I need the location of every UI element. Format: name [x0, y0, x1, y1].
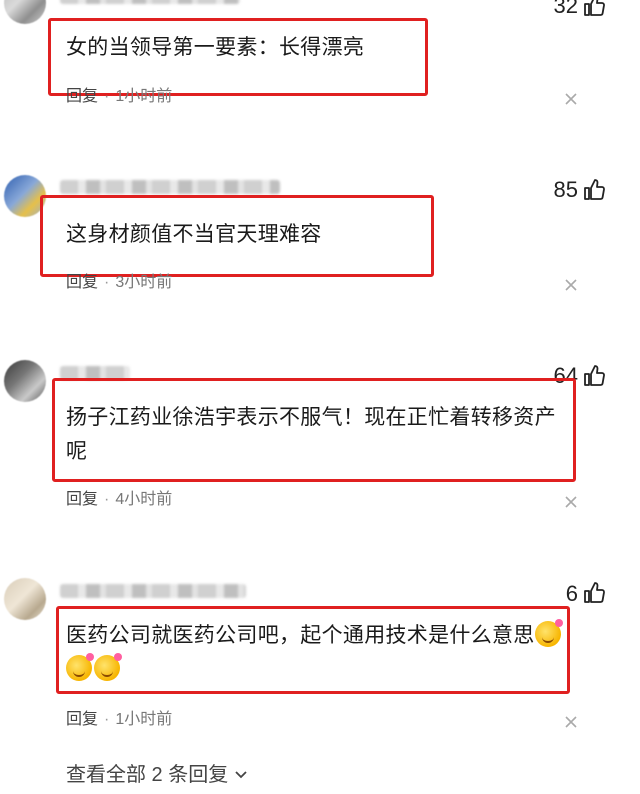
reply-button[interactable]: 回复 — [66, 711, 98, 728]
timestamp: 1小时前 — [115, 88, 173, 105]
reply-button[interactable]: 回复 — [66, 88, 98, 105]
avatar[interactable] — [4, 0, 46, 24]
like-count: 85 — [553, 177, 578, 202]
thumbs-up-icon[interactable] — [582, 581, 606, 605]
thumbs-up-icon[interactable] — [582, 364, 606, 388]
kiss-emoji-icon — [534, 619, 563, 647]
avatar[interactable] — [4, 578, 46, 620]
reply-button[interactable]: 回复 — [66, 274, 98, 291]
timestamp: 1小时前 — [115, 711, 173, 728]
comment-text: 女的当领导第一要素：长得漂亮 — [66, 36, 365, 59]
username-blurred[interactable] — [60, 584, 246, 598]
username-blurred[interactable] — [60, 0, 240, 4]
close-icon[interactable] — [564, 92, 578, 106]
kiss-emoji-icon — [66, 653, 94, 681]
kiss-emoji-icon — [94, 653, 122, 681]
comment-meta: 回复 · 1小时前 — [66, 710, 172, 730]
close-icon[interactable] — [564, 278, 578, 292]
comment-meta: 回复 · 4小时前 — [66, 490, 172, 510]
chevron-down-icon — [235, 771, 247, 779]
view-replies-link[interactable]: 查看全部 2 条回复 — [66, 762, 248, 788]
comment-text: 这身材颜值不当官天理难容 — [66, 223, 322, 246]
separator-dot: · — [104, 711, 110, 728]
timestamp: 3小时前 — [115, 274, 173, 291]
timestamp: 4小时前 — [115, 491, 173, 508]
comment-text-line: 扬子江药业徐浩宇表示不服气！现在正忙着转移资产 — [66, 406, 556, 429]
comment-meta: 回复 · 1小时前 — [66, 87, 172, 107]
separator-dot: · — [104, 88, 110, 105]
username-blurred[interactable] — [60, 180, 280, 194]
avatar[interactable] — [4, 360, 46, 402]
thumbs-up-icon[interactable] — [582, 0, 606, 18]
reply-button[interactable]: 回复 — [66, 491, 98, 508]
comment-meta: 回复 · 3小时前 — [66, 273, 172, 293]
separator-dot: · — [104, 491, 110, 508]
emoji-row — [66, 653, 122, 686]
like-count: 32 — [553, 0, 578, 18]
like-count: 6 — [565, 581, 578, 606]
close-icon[interactable] — [564, 495, 578, 509]
comment-text-line: 呢 — [66, 440, 88, 463]
close-icon[interactable] — [564, 715, 578, 729]
thumbs-up-icon[interactable] — [582, 178, 606, 202]
separator-dot: · — [104, 274, 110, 291]
comment-text: 医药公司就医药公司吧，起个通用技术是什么意思 — [66, 619, 563, 652]
comment-text-body: 医药公司就医药公司吧，起个通用技术是什么意思 — [66, 624, 535, 647]
view-replies-label: 查看全部 2 条回复 — [66, 764, 229, 786]
